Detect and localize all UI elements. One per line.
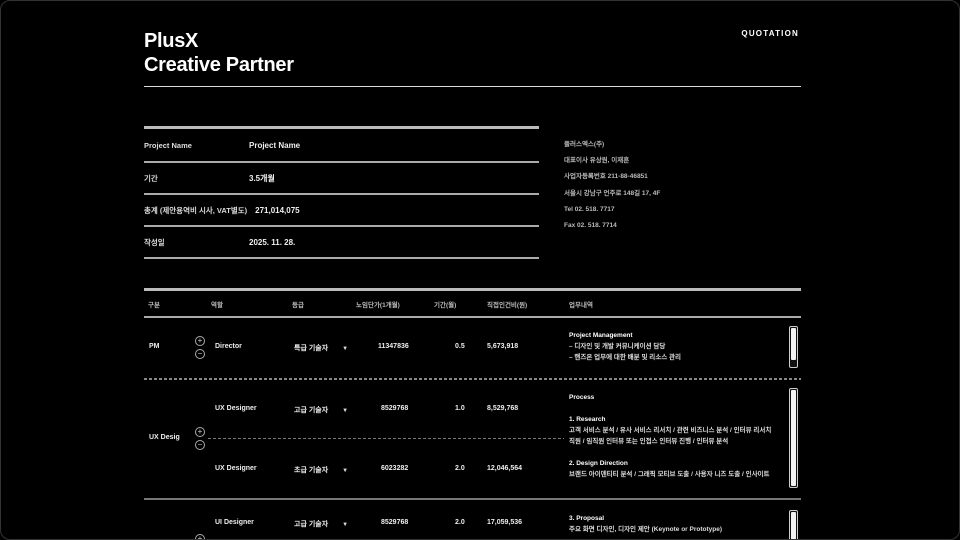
task-scrollbar[interactable] [789, 326, 798, 368]
task-line [569, 447, 784, 458]
category-label: UX Desig [149, 434, 180, 441]
task-description[interactable]: 3. Proposal 주요 화면 디자인, 디자인 제안 (Keynote o… [569, 513, 784, 535]
estimate-table: 구분 역할 등급 노임단가(1개월) 기간(월) 직접인건비(원) 업무내역 P… [144, 288, 801, 539]
info-row-date: 작성일 2025. 11. 28. [144, 227, 539, 259]
grade-select[interactable]: 고급 기술자 ▼ [294, 405, 348, 415]
grade-select-value: 고급 기술자 [294, 521, 329, 528]
info-key: 총계 (제안용역비 시사, VAT별도) [144, 205, 248, 215]
period-cell[interactable]: 1.0 [455, 405, 465, 412]
task-line: 1. Research [569, 416, 606, 423]
col-header-role: 역할 [211, 301, 223, 309]
add-row-icon[interactable]: + [195, 534, 205, 539]
task-line: 직원 / 임직원 인터뷰 또는 인접스 인터뷰 진행 / 인터뷰 분석 [569, 438, 729, 445]
task-line: 주요 화면 디자인, 디자인 제안 (Keynote or Prototype) [569, 526, 723, 533]
scrollbar-thumb[interactable] [791, 512, 796, 539]
info-row-project-name: Project Name Project Name [144, 129, 539, 163]
task-line: – 디자인 및 개발 커뮤니케이션 담당 [569, 343, 666, 350]
app-window: PlusX Creative Partner QUOTATION Project… [0, 0, 960, 540]
scrollbar-thumb[interactable] [791, 328, 796, 360]
task-line: 2. Design Direction [569, 460, 628, 467]
period-value: 3.5개월 [249, 173, 275, 183]
project-info-table: Project Name Project Name 기간 3.5개월 총계 (제… [144, 126, 539, 259]
grade-select-value: 초급 기술자 [294, 467, 329, 474]
remove-row-icon[interactable]: − [195, 440, 205, 450]
category-label: PM [149, 343, 160, 350]
role-cell[interactable]: UX Designer [215, 465, 257, 472]
task-line [569, 403, 784, 414]
role-cell[interactable]: UX Designer [215, 405, 257, 412]
row-divider [144, 498, 801, 500]
col-header-period: 기간(월) [434, 301, 457, 309]
col-header-cost: 직접인건비(원) [487, 301, 528, 309]
total-value: 271,014,075 [255, 205, 300, 215]
chevron-down-icon: ▼ [342, 408, 349, 414]
chevron-down-icon: ▼ [342, 468, 349, 474]
task-line: – 핸즈온 업무에 대한 배분 및 리소스 관리 [569, 354, 681, 361]
task-scrollbar[interactable] [789, 388, 798, 488]
task-line: Process [569, 394, 595, 401]
grade-select[interactable]: 초급 기술자 ▼ [294, 465, 348, 475]
cost-cell: 12,046,564 [487, 465, 523, 472]
task-scrollbar[interactable] [789, 510, 798, 539]
chevron-down-icon: ▼ [342, 522, 349, 528]
rate-cell[interactable]: 6023282 [381, 465, 408, 472]
company-line: Tel 02. 518. 7717 [564, 205, 615, 213]
scrollbar-thumb[interactable] [791, 390, 796, 486]
brand-title: PlusX Creative Partner [144, 29, 294, 77]
grade-select[interactable]: 특급 기술자 ▼ [294, 343, 348, 353]
rate-cell[interactable]: 8529768 [381, 405, 408, 412]
col-header-rate: 노임단가(1개월) [356, 301, 400, 309]
period-cell[interactable]: 2.0 [455, 519, 465, 526]
task-description[interactable]: Project Management – 디자인 및 개발 커뮤니케이션 담당 … [569, 330, 784, 363]
date-value: 2025. 11. 28. [249, 237, 296, 247]
company-line: 대표이사 유상원, 이재훈 [564, 157, 630, 165]
info-key: Project Name [144, 140, 192, 150]
brand-line-2: Creative Partner [144, 54, 294, 76]
remove-row-icon[interactable]: − [195, 349, 205, 359]
cost-cell: 8,529,768 [487, 405, 519, 412]
period-cell[interactable]: 0.5 [455, 343, 465, 350]
grade-select-value: 특급 기술자 [294, 345, 329, 352]
row-divider [144, 378, 801, 380]
task-line: 고객 서비스 분석 / 유사 서비스 리서치 / 관련 비즈니스 분석 / 인터… [569, 427, 772, 434]
role-cell[interactable]: Director [215, 343, 242, 350]
cost-cell: 17,059,536 [487, 519, 523, 526]
document-type-label: QUOTATION [741, 29, 799, 38]
company-info: 플러스엑스(주) 대표이사 유상원, 이재훈 사업자등록번호 211-88-46… [564, 137, 764, 234]
table-header: 구분 역할 등급 노임단가(1개월) 기간(월) 직접인건비(원) 업무내역 [144, 291, 801, 318]
info-row-period: 기간 3.5개월 [144, 163, 539, 195]
project-name-field[interactable]: Project Name [249, 141, 300, 150]
period-cell[interactable]: 2.0 [455, 465, 465, 472]
company-line: Fax 02. 518. 7714 [564, 221, 617, 229]
info-row-total: 총계 (제안용역비 시사, VAT별도) 271,014,075 [144, 195, 539, 227]
col-header-tasks: 업무내역 [569, 301, 593, 309]
company-line: 서울시 강남구 언주로 148길 17, 4F [564, 189, 661, 197]
role-cell[interactable]: UI Designer [215, 519, 254, 526]
col-header-category: 구분 [148, 301, 160, 309]
cost-cell: 5,673,918 [487, 343, 519, 350]
info-key: 기간 [144, 173, 158, 183]
header-divider [144, 86, 801, 87]
task-line: 브랜드 아이덴티티 분석 / 그래픽 모티브 도출 / 사용자 니즈 도출 / … [569, 471, 770, 478]
company-line: 사업자등록번호 211-88-46851 [564, 173, 648, 181]
add-row-icon[interactable]: + [195, 336, 205, 346]
company-line: 플러스엑스(주) [564, 141, 605, 148]
col-header-grade: 등급 [292, 301, 304, 309]
task-line: Project Management [569, 332, 633, 339]
sub-row-divider [208, 438, 564, 439]
chevron-down-icon: ▼ [342, 346, 349, 352]
task-line: 3. Proposal [569, 515, 605, 522]
info-key: 작성일 [144, 237, 165, 247]
grade-select-value: 고급 기술자 [294, 407, 329, 414]
rate-cell[interactable]: 11347836 [378, 343, 409, 350]
brand-line-1: PlusX [144, 30, 199, 52]
task-description[interactable]: Process 1. Research 고객 서비스 분석 / 유사 서비스 리… [569, 392, 784, 490]
add-row-icon[interactable]: + [195, 427, 205, 437]
grade-select[interactable]: 고급 기술자 ▼ [294, 519, 348, 529]
rate-cell[interactable]: 8529768 [381, 519, 408, 526]
